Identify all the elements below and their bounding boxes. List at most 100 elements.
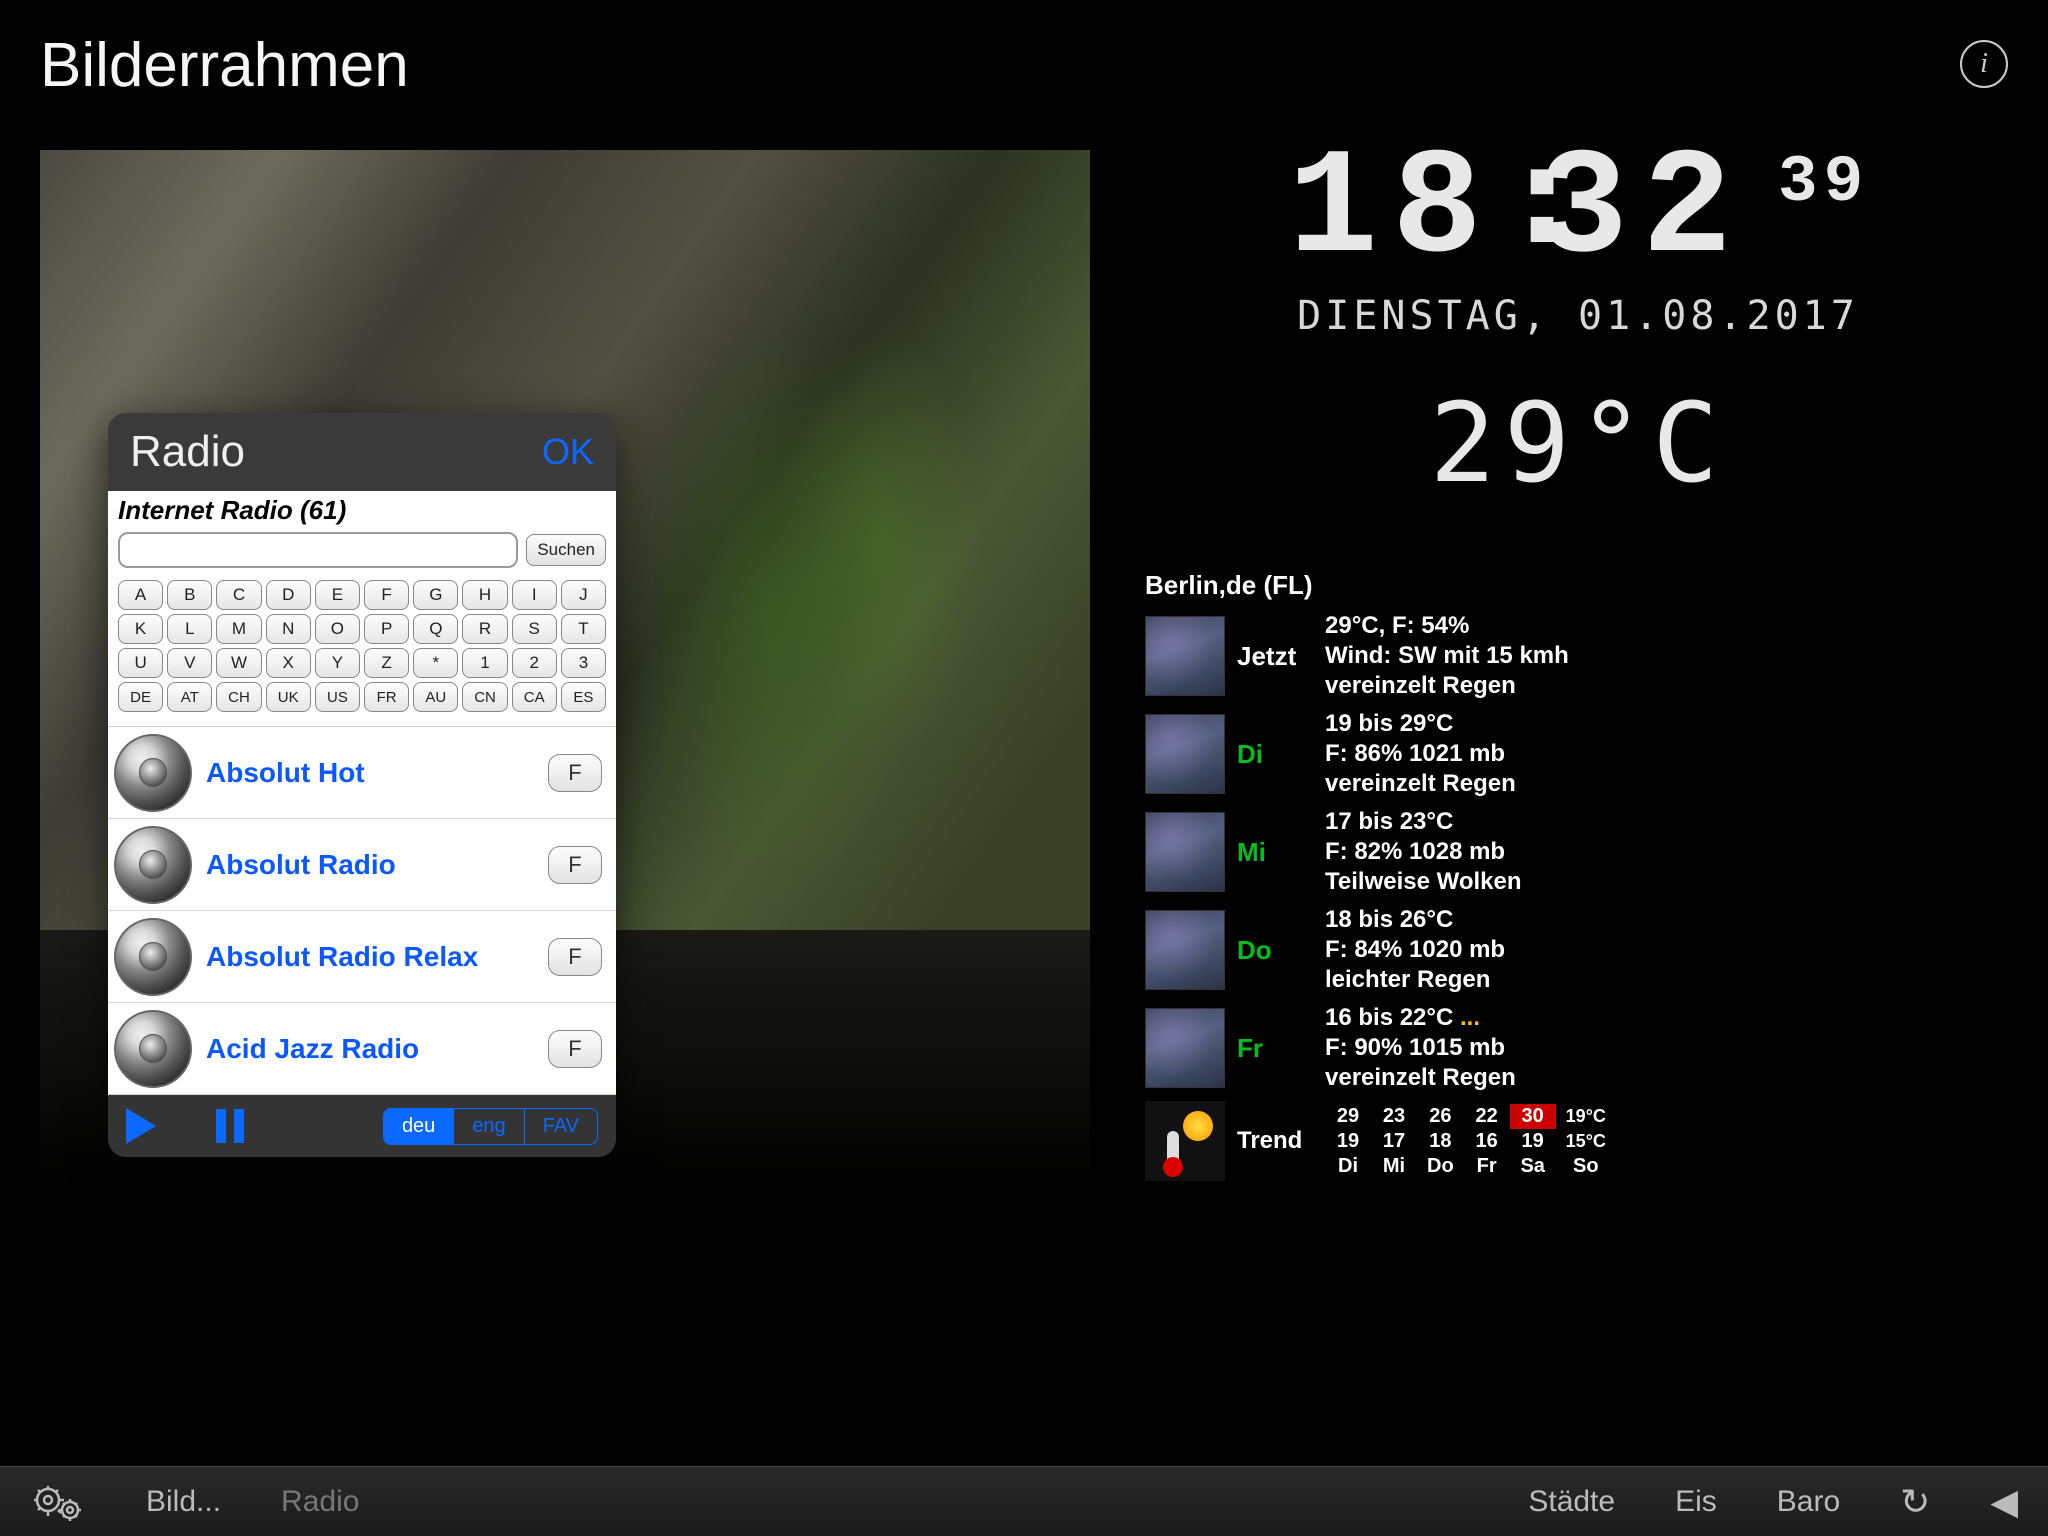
trend-cell: 29 [1325, 1104, 1371, 1129]
segment-deu[interactable]: deu [384, 1109, 454, 1144]
favorite-button[interactable]: F [548, 754, 602, 792]
favorite-button[interactable]: F [548, 938, 602, 976]
bottom-toolbar: Bild... Radio Städte Eis Baro ↻ ◀ [0, 1466, 2048, 1536]
kbd-key-uk[interactable]: UK [266, 682, 311, 712]
kbd-key-cn[interactable]: CN [462, 682, 507, 712]
segment-eng[interactable]: eng [454, 1109, 524, 1144]
radio-title: Radio [130, 427, 245, 477]
favorite-button[interactable]: F [548, 846, 602, 884]
segment-FAV[interactable]: FAV [525, 1109, 597, 1144]
kbd-key-m[interactable]: M [216, 614, 261, 644]
weather-city: Berlin,de (FL) [1145, 570, 1705, 601]
kbd-key-x[interactable]: X [266, 648, 311, 678]
kbd-key-e[interactable]: E [315, 580, 360, 610]
trend-cell: 19°C [1556, 1104, 1616, 1129]
kbd-key-n[interactable]: N [266, 614, 311, 644]
kbd-key-de[interactable]: DE [118, 682, 163, 712]
kbd-key-a[interactable]: A [118, 580, 163, 610]
kbd-key-r[interactable]: R [462, 614, 507, 644]
kbd-key-t[interactable]: T [561, 614, 606, 644]
kbd-key-fr[interactable]: FR [364, 682, 409, 712]
trend-cell: 17 [1371, 1129, 1417, 1154]
toolbar-radio[interactable]: Radio [281, 1485, 359, 1519]
trend-cell: 18 [1417, 1129, 1464, 1154]
trend-cell: 23 [1371, 1104, 1417, 1129]
radio-ok-button[interactable]: OK [542, 431, 594, 473]
settings-gear-icon[interactable] [30, 1482, 86, 1522]
kbd-key-c[interactable]: C [216, 580, 261, 610]
kbd-key-f[interactable]: F [364, 580, 409, 610]
kbd-key-h[interactable]: H [462, 580, 507, 610]
back-icon[interactable]: ◀ [1990, 1481, 2018, 1523]
kbd-key-k[interactable]: K [118, 614, 163, 644]
toolbar-staedte[interactable]: Städte [1528, 1485, 1615, 1519]
kbd-key-q[interactable]: Q [413, 614, 458, 644]
radio-group-label: Internet Radio (61) [108, 491, 616, 528]
station-row[interactable]: Acid Jazz Radio F [108, 1003, 616, 1095]
clock-time: 18 : 32 39 [1168, 130, 1988, 280]
play-button[interactable] [126, 1108, 156, 1144]
kbd-key-j[interactable]: J [561, 580, 606, 610]
station-name: Acid Jazz Radio [206, 1033, 534, 1065]
radio-search-button[interactable]: Suchen [526, 534, 606, 566]
kbd-key-au[interactable]: AU [413, 682, 458, 712]
info-button[interactable]: i [1960, 40, 2008, 88]
kbd-key-*[interactable]: * [413, 648, 458, 678]
clock-hh: 18 [1288, 130, 1496, 280]
trend-cell: 30 [1510, 1104, 1556, 1129]
kbd-key-1[interactable]: 1 [462, 648, 507, 678]
weather-day-label: Mi [1237, 837, 1313, 868]
radio-station-list[interactable]: Absolut Hot F Absolut Radio F Absolut Ra… [108, 726, 616, 1095]
toolbar-eis[interactable]: Eis [1675, 1485, 1717, 1519]
pause-button[interactable] [216, 1109, 244, 1143]
kbd-key-o[interactable]: O [315, 614, 360, 644]
trend-cell: 19 [1325, 1129, 1371, 1154]
toolbar-bild[interactable]: Bild... [146, 1485, 221, 1519]
kbd-key-p[interactable]: P [364, 614, 409, 644]
station-name: Absolut Radio Relax [206, 941, 534, 973]
kbd-key-i[interactable]: I [512, 580, 557, 610]
radio-language-segment[interactable]: deuengFAV [383, 1108, 598, 1145]
radio-filter-keyboard: ABCDEFGHIJKLMNOPQRSTUVWXYZ*123DEATCHUKUS… [108, 576, 616, 726]
kbd-key-l[interactable]: L [167, 614, 212, 644]
weather-day-label: Do [1237, 935, 1313, 966]
kbd-key-g[interactable]: G [413, 580, 458, 610]
weather-day-desc: 29°C, F: 54%Wind: SW mit 15 kmhvereinzel… [1325, 611, 1569, 701]
kbd-key-z[interactable]: Z [364, 648, 409, 678]
station-row[interactable]: Absolut Hot F [108, 727, 616, 819]
kbd-key-es[interactable]: ES [561, 682, 606, 712]
clock-date: DIENSTAG, 01.08.2017 [1168, 293, 1988, 339]
weather-icon [1145, 812, 1225, 892]
kbd-key-y[interactable]: Y [315, 648, 360, 678]
kbd-key-b[interactable]: B [167, 580, 212, 610]
weather-icon [1145, 910, 1225, 990]
speaker-icon [114, 918, 192, 996]
kbd-key-ca[interactable]: CA [512, 682, 557, 712]
reload-icon[interactable]: ↻ [1900, 1481, 1930, 1523]
kbd-key-v[interactable]: V [167, 648, 212, 678]
kbd-key-u[interactable]: U [118, 648, 163, 678]
toolbar-baro[interactable]: Baro [1777, 1485, 1840, 1519]
weather-day-desc: 18 bis 26°CF: 84% 1020 mbleichter Regen [1325, 905, 1505, 995]
station-name: Absolut Radio [206, 849, 534, 881]
weather-day-desc: 16 bis 22°C ...F: 90% 1015 mbvereinzelt … [1325, 1003, 1516, 1093]
trend-cell: So [1556, 1154, 1616, 1179]
kbd-key-w[interactable]: W [216, 648, 261, 678]
radio-popover: Radio OK Internet Radio (61) Suchen ABCD… [108, 413, 616, 1157]
weather-day-row: Fr 16 bis 22°C ...F: 90% 1015 mbvereinze… [1145, 1003, 1705, 1093]
favorite-button[interactable]: F [548, 1030, 602, 1068]
info-icon: i [1980, 48, 1988, 80]
kbd-key-s[interactable]: S [512, 614, 557, 644]
kbd-key-3[interactable]: 3 [561, 648, 606, 678]
kbd-key-d[interactable]: D [266, 580, 311, 610]
weather-day-row: Do 18 bis 26°CF: 84% 1020 mbleichter Reg… [1145, 905, 1705, 995]
radio-search-input[interactable] [118, 532, 518, 568]
kbd-key-ch[interactable]: CH [216, 682, 261, 712]
radio-header: Radio OK [108, 413, 616, 491]
kbd-key-2[interactable]: 2 [512, 648, 557, 678]
station-row[interactable]: Absolut Radio Relax F [108, 911, 616, 1003]
station-row[interactable]: Absolut Radio F [108, 819, 616, 911]
weather-icon [1145, 714, 1225, 794]
kbd-key-us[interactable]: US [315, 682, 360, 712]
kbd-key-at[interactable]: AT [167, 682, 212, 712]
